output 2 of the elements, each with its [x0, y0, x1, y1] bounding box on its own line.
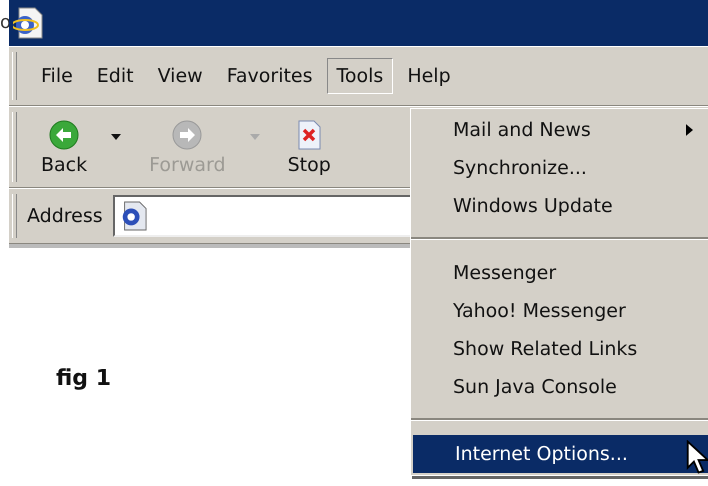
- address-label: Address: [27, 205, 104, 227]
- figure-caption: fig 1: [56, 366, 112, 391]
